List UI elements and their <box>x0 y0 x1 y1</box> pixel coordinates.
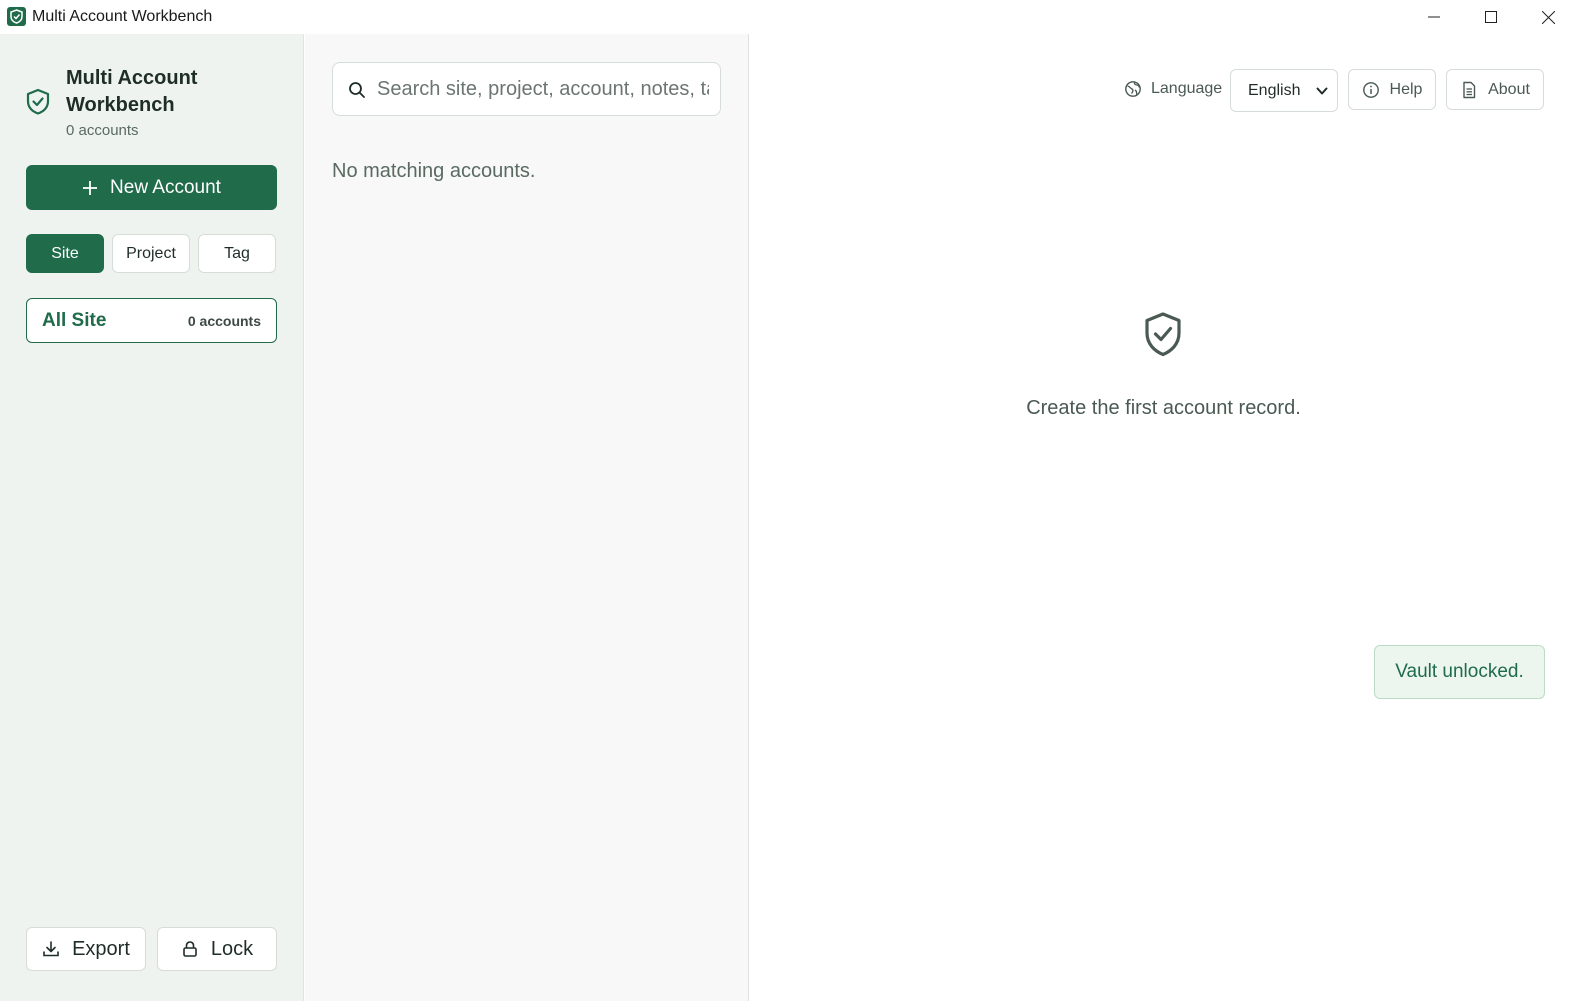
chevron-down-icon <box>1316 87 1328 95</box>
group-name: All Site <box>42 309 107 331</box>
info-icon <box>1362 81 1379 98</box>
language-label: Language <box>1151 80 1223 97</box>
close-icon[interactable] <box>1525 0 1571 34</box>
lock-icon <box>183 941 197 957</box>
tab-site-label: Site <box>51 244 79 262</box>
about-label: About <box>1488 80 1530 98</box>
status-toast: Vault unlocked. <box>1374 645 1545 699</box>
help-button[interactable]: Help <box>1348 69 1436 110</box>
language-select[interactable]: English <box>1230 69 1338 112</box>
empty-detail-message: Create the first account record. <box>1026 397 1301 419</box>
group-item-all-site[interactable]: All Site 0 accounts <box>26 298 277 343</box>
brand-title: Multi Account Workbench <box>66 67 198 116</box>
detail-pane: Language English Help About Create the f… <box>750 34 1587 1001</box>
tab-tag[interactable]: Tag <box>198 234 276 273</box>
minimize-icon[interactable] <box>1411 0 1457 34</box>
app-shield-icon <box>7 7 26 26</box>
about-button[interactable]: About <box>1446 69 1544 110</box>
lock-label: Lock <box>210 937 254 960</box>
lock-button[interactable]: Lock <box>157 927 277 971</box>
download-icon <box>43 941 59 957</box>
language-label-group: Language <box>1124 80 1222 98</box>
empty-list-message: No matching accounts. <box>332 160 536 182</box>
export-button[interactable]: Export <box>26 927 146 971</box>
tab-tag-label: Tag <box>224 244 250 262</box>
tab-project-label: Project <box>126 244 176 262</box>
account-list-pane: No matching accounts. <box>305 34 749 1001</box>
globe-icon <box>1125 81 1141 97</box>
help-label: Help <box>1389 80 1423 98</box>
shield-check-icon <box>26 88 50 116</box>
language-value: English <box>1248 81 1301 99</box>
new-account-button[interactable]: New Account <box>26 165 277 210</box>
export-label: Export <box>72 937 130 960</box>
title-bar: Multi Account Workbench <box>0 0 1587 34</box>
search-input[interactable] <box>377 63 709 115</box>
window-title: Multi Account Workbench <box>32 8 213 25</box>
new-account-label: New Account <box>110 176 221 198</box>
search-box[interactable] <box>332 62 721 116</box>
tab-site[interactable]: Site <box>26 234 104 273</box>
document-icon <box>1463 81 1476 98</box>
search-icon <box>349 82 365 98</box>
group-count: 0 accounts <box>187 312 261 329</box>
maximize-icon[interactable] <box>1468 0 1514 34</box>
account-count: 0 accounts <box>66 122 139 139</box>
tab-project[interactable]: Project <box>112 234 190 273</box>
shield-check-icon <box>1143 311 1183 359</box>
plus-icon <box>83 180 98 195</box>
